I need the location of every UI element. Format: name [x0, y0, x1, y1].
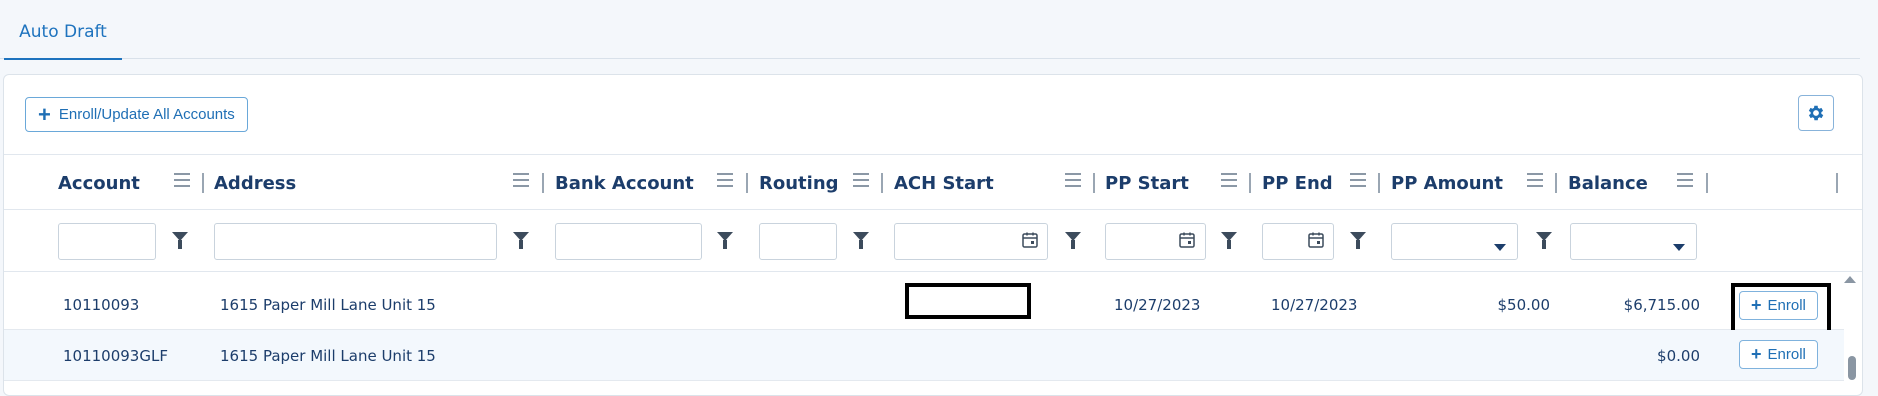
column-resize-handle[interactable] [1706, 173, 1708, 193]
table-header-row: Account Address Bank Account Routing ACH… [4, 154, 1862, 210]
column-header-pp-start[interactable]: PP Start [1105, 173, 1189, 194]
account-filter-input[interactable] [58, 223, 156, 260]
column-menu-icon[interactable] [1221, 173, 1237, 187]
address-filter-input[interactable] [214, 223, 497, 260]
column-resize-handle[interactable] [542, 173, 544, 193]
account-cell: 10110093 [63, 296, 140, 314]
column-resize-handle[interactable] [1093, 173, 1095, 193]
enroll-button[interactable]: + Enroll [1739, 340, 1818, 369]
plus-icon: + [38, 101, 51, 127]
column-menu-icon[interactable] [853, 173, 869, 187]
enroll-update-all-button[interactable]: + Enroll/Update All Accounts [25, 97, 248, 132]
column-resize-handle[interactable] [1555, 173, 1557, 193]
column-menu-icon[interactable] [1350, 173, 1366, 187]
filter-icon[interactable] [1065, 232, 1081, 249]
calendar-icon[interactable] [1179, 232, 1195, 248]
filter-icon[interactable] [1350, 232, 1366, 249]
column-header-pp-amount[interactable]: PP Amount [1391, 173, 1503, 194]
tab-bar: Auto Draft [0, 0, 1860, 60]
column-resize-handle[interactable] [1836, 173, 1838, 193]
account-cell: 10110093GLF [63, 347, 168, 365]
filter-row [4, 208, 1862, 272]
enroll-button[interactable]: + Enroll [1739, 291, 1818, 320]
filter-icon[interactable] [513, 232, 529, 249]
calendar-icon[interactable] [1308, 232, 1324, 248]
column-resize-handle[interactable] [1378, 173, 1380, 193]
column-menu-icon[interactable] [1065, 173, 1081, 187]
plus-icon: + [1751, 295, 1762, 315]
filter-icon[interactable] [1536, 232, 1552, 249]
column-header-ach-start[interactable]: ACH Start [894, 173, 994, 194]
column-header-account[interactable]: Account [58, 173, 140, 194]
redacted-ach-start [905, 283, 1031, 319]
filter-icon[interactable] [853, 232, 869, 249]
column-resize-handle[interactable] [746, 173, 748, 193]
gear-icon [1808, 105, 1824, 121]
pp-amount-cell: $50.00 [1497, 296, 1551, 314]
pp-amount-filter-select[interactable] [1391, 223, 1518, 260]
balance-cell: $6,715.00 [1623, 296, 1700, 314]
vertical-scrollbar-thumb[interactable] [1848, 356, 1856, 380]
column-header-routing[interactable]: Routing [759, 173, 839, 194]
bank-account-filter-input[interactable] [555, 223, 702, 260]
column-resize-handle[interactable] [881, 173, 883, 193]
balance-filter-select[interactable] [1570, 223, 1697, 260]
filter-icon[interactable] [172, 232, 188, 249]
column-header-balance[interactable]: Balance [1568, 173, 1648, 194]
plus-icon: + [1751, 344, 1762, 364]
scroll-up-arrow-icon[interactable] [1844, 276, 1856, 283]
auto-draft-panel: + Enroll/Update All Accounts Account Add… [3, 74, 1863, 396]
column-menu-icon[interactable] [717, 173, 733, 187]
enroll-update-all-label: Enroll/Update All Accounts [58, 106, 235, 123]
address-cell: 1615 Paper Mill Lane Unit 15 [220, 296, 436, 314]
table-row[interactable]: 10110093GLF 1615 Paper Mill Lane Unit 15… [4, 330, 1844, 381]
column-menu-icon[interactable] [174, 173, 190, 187]
tab-auto-draft[interactable]: Auto Draft [4, 0, 122, 60]
enroll-label: Enroll [1767, 346, 1806, 363]
column-header-address[interactable]: Address [214, 173, 296, 194]
column-resize-handle[interactable] [1249, 173, 1251, 193]
column-menu-icon[interactable] [513, 173, 529, 187]
column-header-pp-end[interactable]: PP End [1262, 173, 1333, 194]
column-resize-handle[interactable] [202, 173, 204, 193]
column-menu-icon[interactable] [1527, 173, 1543, 187]
chevron-down-icon[interactable] [1494, 244, 1506, 251]
pp-start-cell: 10/27/2023 [1114, 296, 1201, 314]
calendar-icon[interactable] [1022, 232, 1038, 248]
routing-filter-input[interactable] [759, 223, 837, 260]
filter-icon[interactable] [1221, 232, 1237, 249]
table-row[interactable]: 10110093 1615 Paper Mill Lane Unit 15 10… [4, 279, 1844, 334]
balance-cell: $0.00 [1657, 347, 1700, 365]
address-cell: 1615 Paper Mill Lane Unit 15 [220, 347, 436, 365]
chevron-down-icon[interactable] [1673, 244, 1685, 251]
column-header-bank-account[interactable]: Bank Account [555, 173, 694, 194]
enroll-label: Enroll [1767, 297, 1806, 314]
column-menu-icon[interactable] [1677, 173, 1693, 187]
settings-button[interactable] [1798, 95, 1834, 131]
pp-end-cell: 10/27/2023 [1271, 296, 1358, 314]
filter-icon[interactable] [717, 232, 733, 249]
